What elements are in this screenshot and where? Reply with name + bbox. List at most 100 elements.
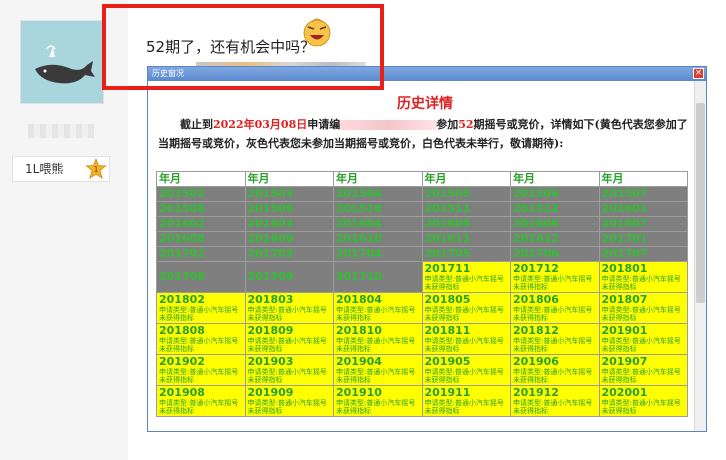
cell-period: 201803 [247,293,294,306]
header-cell: 年月 [421,171,511,187]
cell-period: 201812 [513,324,559,337]
table-row: 201902 申请类型:普通小汽车摇号 未获得指标 201903 申请类型:普通小汽车摇… [156,354,688,386]
not-participated-cell: 201610 [333,231,423,247]
header-cell: 年月 [244,171,334,187]
rank-badge[interactable]: 1L喂熊 1 [12,156,110,182]
scroll-thumb[interactable] [696,103,705,303]
participated-cell: 201904 申请类型:普通小汽车摇号 未获得指标 [333,354,423,386]
cell-description: 未获得指标 [601,283,637,291]
cell-description: 未获得指标 [424,376,460,384]
participated-cell: 201908 申请类型:普通小汽车摇号 未获得指标 [156,385,246,417]
cell-period: 201903 [247,355,294,368]
not-participated-cell: 201509 [244,201,334,217]
not-participated-cell: 201512 [510,201,600,217]
cell-description: 申请类型:普通小汽车摇号 [336,368,416,376]
cell-description: 申请类型:普通小汽车摇号 [336,399,416,407]
intro-count: 52 [458,118,474,131]
not-participated-cell: 201703 [244,246,334,262]
participated-cell: 201912 申请类型:普通小汽车摇号 未获得指标 [510,385,600,417]
cell-description: 未获得指标 [601,314,637,322]
cell-period: 201801 [601,262,648,275]
table-row: 201802 申请类型:普通小汽车摇号 未获得指标 201803 申请类型:普通小汽车摇… [156,292,688,324]
cell-description: 未获得指标 [336,376,371,384]
participated-cell: 202001 申请类型:普通小汽车摇号 未获得指标 [598,385,688,417]
cell-period: 201909 [247,386,294,399]
cell-description: 未获得指标 [513,314,548,322]
cell-description: 申请类型:普通小汽车摇号 [513,306,593,314]
username-blurred[interactable] [28,124,94,138]
cell-period: 201902 [159,355,205,368]
participated-cell: 201812 申请类型:普通小汽车摇号 未获得指标 [510,323,600,355]
dialog-heading: 历史详情 [397,96,453,112]
cell-period: 201906 [513,355,559,368]
cell-period: 201809 [247,324,294,337]
not-participated-cell: 201706 [510,246,600,262]
participated-cell: 201809 申请类型:普通小汽车摇号 未获得指标 [244,323,334,355]
not-participated-cell: 201511 [421,201,511,217]
not-participated-cell: 201608 [156,231,246,247]
cell-period: 201901 [601,324,648,337]
cell-description: 未获得指标 [336,345,371,353]
cell-description: 申请类型:普通小汽车摇号 [159,368,239,376]
history-dialog: 历史窗况 × 历史详情 截止到2022年03月08日申请编 参加52期摇号或竞价，… [147,66,707,432]
intro-part-1: 截止到 [180,118,213,131]
table-row: 201808 申请类型:普通小汽车摇号 未获得指标 201809 申请类型:普通小汽车摇… [156,323,688,355]
cell-description: 申请类型:普通小汽车摇号 [424,306,504,314]
not-participated-cell: 201705 [421,246,511,262]
cell-description: 未获得指标 [159,407,194,415]
cell-period: 201712 [513,262,559,275]
cell-description: 未获得指标 [159,376,194,384]
avatar[interactable] [20,20,104,104]
redacted-id [340,120,437,130]
cell-description: 申请类型:普通小汽车摇号 [513,337,593,345]
cell-description: 申请类型:普通小汽车摇号 [601,306,681,314]
rank-label: 1L喂熊 [25,162,64,176]
cell-description: 未获得指标 [424,407,460,415]
intro-date: 2022年03月08日 [213,118,308,131]
not-participated-cell: 201708 [156,261,246,293]
close-icon[interactable]: × [693,68,704,79]
participated-cell: 201712 申请类型:普通小汽车摇号 未获得指标 [510,261,600,293]
intro-part-2: 申请编 [307,118,341,131]
not-participated-cell: 201601 [598,201,688,217]
not-participated-cell: 201505 [421,186,511,202]
cell-description: 未获得指标 [247,345,283,353]
dialog-intro: 截止到2022年03月08日申请编 参加52期摇号或竞价，详情如下(黄色代表您参加… [158,115,692,171]
cell-period: 201806 [513,293,559,306]
cell-description: 未获得指标 [424,345,460,353]
header-cell: 年月 [333,171,423,187]
not-participated-cell: 201508 [156,201,246,217]
cell-description: 未获得指标 [247,376,283,384]
cell-period: 201808 [159,324,205,337]
not-participated-cell: 201707 [598,246,688,262]
not-participated-cell: 201507 [598,186,688,202]
header-cell: 年月 [510,171,600,187]
participated-cell: 201807 申请类型:普通小汽车摇号 未获得指标 [598,292,688,324]
participated-cell: 201905 申请类型:普通小汽车摇号 未获得指标 [421,354,511,386]
cell-description: 申请类型:普通小汽车摇号 [601,368,681,376]
table-row: 201708 201709 201710 201711 申请类型:普通小汽车摇号 未获得指… [156,261,688,293]
cell-period: 201907 [601,355,648,368]
cell-period: 201805 [424,293,471,306]
not-participated-cell: 201503 [244,186,334,202]
cell-description: 申请类型:普通小汽车摇号 [159,399,239,407]
participated-cell: 201808 申请类型:普通小汽车摇号 未获得指标 [156,323,246,355]
cell-description: 申请类型:普通小汽车摇号 [601,399,681,407]
table-row: 201908 申请类型:普通小汽车摇号 未获得指标 201909 申请类型:普通小汽车摇… [156,385,688,417]
not-participated-cell: 201611 [421,231,511,247]
not-participated-cell: 201612 [510,231,600,247]
cell-description: 申请类型:普通小汽车摇号 [513,368,593,376]
scrollbar[interactable] [694,81,706,431]
participated-cell: 201804 申请类型:普通小汽车摇号 未获得指标 [333,292,423,324]
cell-description: 申请类型:普通小汽车摇号 [601,275,681,283]
cell-description: 未获得指标 [336,314,371,322]
cell-period: 201905 [424,355,471,368]
not-participated-cell: 201607 [598,216,688,232]
cell-description: 未获得指标 [247,314,283,322]
not-participated-cell: 201701 [598,231,688,247]
participated-cell: 201810 申请类型:普通小汽车摇号 未获得指标 [333,323,423,355]
participated-cell: 201802 申请类型:普通小汽车摇号 未获得指标 [156,292,246,324]
cell-description: 申请类型:普通小汽车摇号 [159,337,239,345]
cell-description: 申请类型:普通小汽车摇号 [601,337,681,345]
participated-cell: 201903 申请类型:普通小汽车摇号 未获得指标 [244,354,334,386]
